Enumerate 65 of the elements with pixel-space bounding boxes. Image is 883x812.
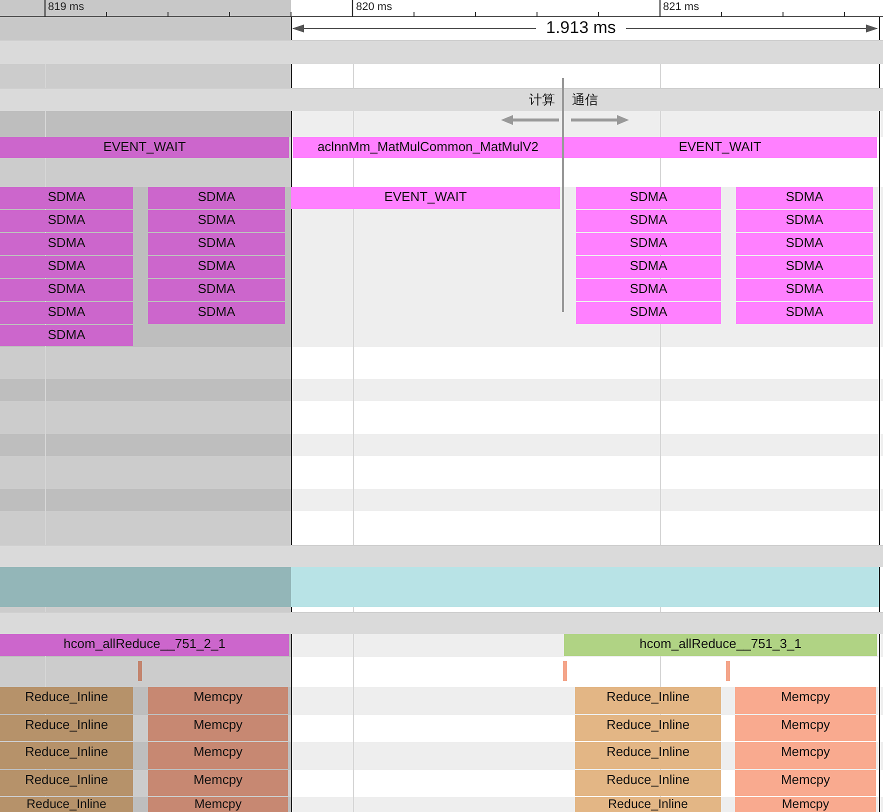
trace-slice[interactable]: SDMA xyxy=(576,187,721,209)
trace-slice[interactable]: Memcpy xyxy=(735,797,876,812)
trace-slice[interactable]: SDMA xyxy=(0,233,133,255)
trace-slice[interactable]: Reduce_Inline xyxy=(0,770,133,796)
left-arrow-icon xyxy=(501,114,559,126)
trace-slice[interactable]: SDMA xyxy=(736,279,873,301)
trace-slice[interactable]: Reduce_Inline xyxy=(575,797,721,812)
track-header[interactable] xyxy=(0,40,883,64)
trace-marker[interactable] xyxy=(563,661,567,681)
trace-slice[interactable]: EVENT_WAIT xyxy=(563,137,877,158)
trace-slice[interactable]: Memcpy xyxy=(148,770,288,796)
trace-slice[interactable]: Memcpy xyxy=(148,742,288,769)
trace-slice[interactable]: SDMA xyxy=(148,210,285,232)
trace-slice[interactable]: Reduce_Inline xyxy=(0,715,133,741)
trace-slice[interactable]: hcom_allReduce__751_3_1 xyxy=(564,634,877,656)
trace-slice[interactable]: SDMA xyxy=(148,279,285,301)
trace-slice[interactable]: Memcpy xyxy=(735,770,876,796)
track-header[interactable] xyxy=(0,545,883,567)
trace-slice[interactable]: Reduce_Inline xyxy=(0,797,133,812)
trace-slice[interactable]: SDMA xyxy=(736,256,873,278)
trace-slice[interactable]: SDMA xyxy=(148,302,285,324)
trace-slice[interactable]: SDMA xyxy=(736,210,873,232)
trace-slice[interactable]: EVENT_WAIT xyxy=(291,187,560,209)
trace-slice[interactable]: SDMA xyxy=(736,187,873,209)
right-arrow-icon xyxy=(571,114,629,126)
trace-slice[interactable]: Reduce_Inline xyxy=(575,770,721,796)
trace-slice[interactable]: SDMA xyxy=(0,302,133,324)
trace-slice[interactable]: SDMA xyxy=(0,256,133,278)
trace-slice[interactable]: SDMA xyxy=(148,256,285,278)
trace-slice[interactable]: SDMA xyxy=(148,233,285,255)
tick-label: 821 ms xyxy=(663,1,700,14)
trace-slice[interactable]: SDMA xyxy=(576,302,721,324)
trace-slice[interactable]: Memcpy xyxy=(148,715,288,741)
track-header[interactable] xyxy=(0,88,883,111)
tick-label: 820 ms xyxy=(356,1,392,14)
trace-slice[interactable]: Reduce_Inline xyxy=(575,687,721,714)
trace-slice[interactable]: aclnnMm_MatMulCommon_MatMulV2 xyxy=(293,137,563,158)
trace-slice[interactable]: SDMA xyxy=(576,256,721,278)
trace-marker[interactable] xyxy=(138,661,142,681)
trace-slice[interactable]: EVENT_WAIT xyxy=(0,137,289,158)
annotation-label: 计算 xyxy=(529,92,555,108)
trace-slice[interactable]: SDMA xyxy=(736,233,873,255)
trace-slice[interactable]: SDMA xyxy=(0,210,133,232)
track-header[interactable] xyxy=(0,612,883,634)
trace-slice[interactable]: Reduce_Inline xyxy=(0,687,133,714)
annotation-label: 通信 xyxy=(572,92,598,108)
trace-slice[interactable]: SDMA xyxy=(736,302,873,324)
trace-slice[interactable]: SDMA xyxy=(148,187,285,209)
trace-slice[interactable]: SDMA xyxy=(576,279,721,301)
trace-slice[interactable]: hcom_allReduce__751_2_1 xyxy=(0,634,289,656)
trace-slice[interactable]: SDMA xyxy=(576,233,721,255)
tick-label: 819 ms xyxy=(48,1,84,14)
trace-slice[interactable]: Reduce_Inline xyxy=(0,742,133,769)
trace-slice[interactable]: Memcpy xyxy=(735,742,876,769)
trace-slice[interactable]: SDMA xyxy=(0,325,133,346)
trace-slice[interactable]: Memcpy xyxy=(735,715,876,741)
trace-slice[interactable]: SDMA xyxy=(576,210,721,232)
trace-slice[interactable]: Reduce_Inline xyxy=(575,715,721,741)
trace-slice[interactable]: SDMA xyxy=(0,187,133,209)
trace-slice[interactable]: Reduce_Inline xyxy=(575,742,721,769)
trace-slice[interactable]: Memcpy xyxy=(735,687,876,714)
trace-slice[interactable]: Memcpy xyxy=(148,797,288,812)
trace-slice[interactable]: SDMA xyxy=(0,279,133,301)
trace-marker[interactable] xyxy=(726,661,730,681)
trace-slice[interactable]: Memcpy xyxy=(148,687,288,714)
